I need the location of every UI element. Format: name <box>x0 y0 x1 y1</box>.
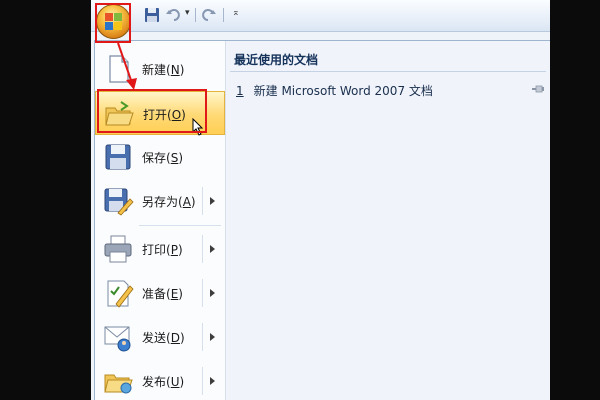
menu-item-save-as[interactable]: 另存为(A) <box>95 179 225 223</box>
prepare-icon <box>107 280 134 308</box>
printer-icon <box>104 235 132 263</box>
office-button-highlight <box>95 3 131 43</box>
menu-item-publish[interactable]: 发布(U) <box>95 359 225 400</box>
recent-documents-panel: 最近使用的文档 1 新建 Microsoft Word 2007 文档 <box>226 41 550 400</box>
menu-item-accel: D <box>170 331 180 345</box>
menu-item-accel: P <box>170 243 178 257</box>
submenu-arrow-icon[interactable] <box>210 245 215 253</box>
menu-item-accel: E <box>170 287 179 301</box>
menu-separator <box>139 225 221 226</box>
new-document-icon <box>109 55 129 83</box>
submenu-arrow-icon[interactable] <box>210 197 215 205</box>
save-icon <box>105 144 131 170</box>
submenu-divider <box>202 279 203 307</box>
save-icon[interactable] <box>143 6 161 24</box>
menu-item-label: 打印 <box>142 243 167 257</box>
menu-item-label: 新建 <box>142 63 167 77</box>
menu-item-save[interactable]: 保存(S) <box>95 135 225 179</box>
recent-documents-title: 最近使用的文档 <box>234 53 319 67</box>
recent-document-item[interactable]: 1 新建 Microsoft Word 2007 文档 <box>236 82 433 99</box>
menu-item-label: 另存为 <box>142 195 179 209</box>
menu-item-label: 准备 <box>142 287 167 301</box>
menu-item-accel: S <box>170 151 179 165</box>
submenu-divider <box>202 187 203 215</box>
quick-access-toolbar: ▾ ⌅ <box>91 0 550 32</box>
menu-item-label: 发送 <box>142 331 167 345</box>
submenu-divider <box>202 367 203 395</box>
redo-icon[interactable] <box>199 6 217 24</box>
menu-item-accel: N <box>170 63 180 77</box>
publish-icon <box>104 374 133 394</box>
undo-icon[interactable] <box>165 6 183 24</box>
menu-item-prepare[interactable]: 准备(E) <box>95 271 225 315</box>
menu-item-accel: A <box>182 195 191 209</box>
recent-document-name: 新建 Microsoft Word 2007 文档 <box>253 84 433 98</box>
menu-item-label: 发布 <box>142 375 167 389</box>
save-as-icon <box>104 188 134 216</box>
submenu-arrow-icon[interactable] <box>210 377 215 385</box>
menu-item-send[interactable]: 发送(D) <box>95 315 225 359</box>
submenu-divider <box>202 235 203 263</box>
open-item-highlight <box>97 89 207 133</box>
toolbar-separator <box>195 8 196 22</box>
submenu-divider <box>202 323 203 351</box>
recent-documents-divider <box>230 71 546 72</box>
customize-toolbar-icon[interactable]: ⌅ <box>232 8 240 18</box>
toolbar-separator <box>223 8 224 22</box>
send-icon <box>104 326 131 352</box>
pin-icon[interactable] <box>532 85 544 93</box>
menu-item-accel: U <box>170 375 180 389</box>
word-window: ▾ ⌅ 新建(N) 打开(O) 保存(S) 另存为(A) 打印(P) 准备(E)… <box>91 0 550 400</box>
undo-dropdown-icon[interactable]: ▾ <box>185 8 190 18</box>
submenu-arrow-icon[interactable] <box>210 333 215 341</box>
menu-item-print[interactable]: 打印(P) <box>95 227 225 271</box>
recent-document-index: 1 <box>236 84 244 98</box>
submenu-arrow-icon[interactable] <box>210 289 215 297</box>
menu-item-new[interactable]: 新建(N) <box>95 47 225 91</box>
menu-item-label: 保存 <box>142 151 167 165</box>
